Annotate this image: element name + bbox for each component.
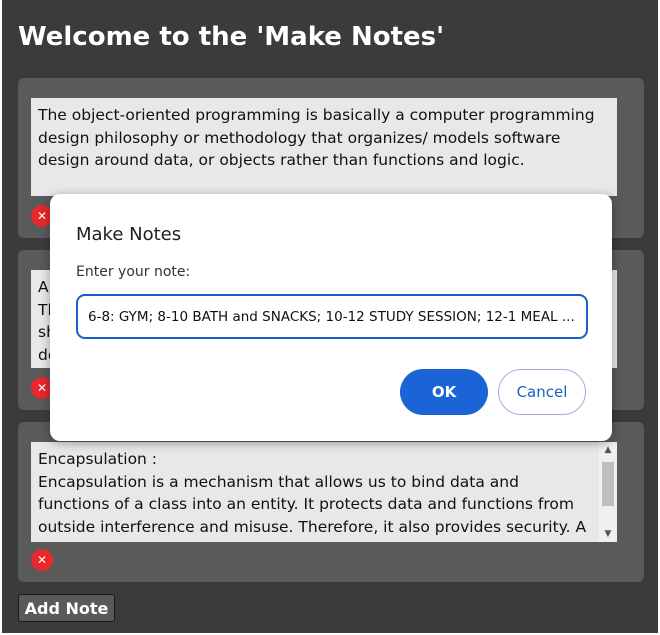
note-scrollbar[interactable]: ▲ ▼	[599, 442, 617, 542]
note-input[interactable]	[76, 294, 588, 339]
ok-button[interactable]: OK	[400, 369, 488, 415]
add-note-button[interactable]: Add Note	[18, 594, 115, 622]
note-textarea[interactable]: Encapsulation : Encapsulation is a mecha…	[31, 442, 617, 542]
page-title: Welcome to the 'Make Notes'	[18, 22, 445, 52]
make-notes-dialog: Make Notes Enter your note: OK Cancel	[50, 194, 612, 441]
delete-note-button[interactable]: ✕	[31, 549, 53, 571]
scroll-up-icon[interactable]: ▲	[599, 442, 617, 458]
scroll-down-icon[interactable]: ▼	[599, 526, 617, 542]
dialog-prompt-label: Enter your note:	[76, 264, 191, 280]
scroll-thumb[interactable]	[602, 462, 614, 506]
dialog-title: Make Notes	[76, 224, 182, 245]
cancel-button[interactable]: Cancel	[498, 369, 586, 415]
note-textarea[interactable]: The object-oriented programming is basic…	[31, 98, 617, 196]
note-card: Encapsulation : Encapsulation is a mecha…	[18, 422, 644, 582]
